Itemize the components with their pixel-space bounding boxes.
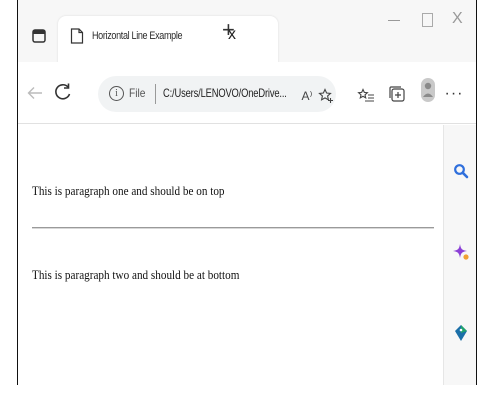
address-separator	[155, 84, 156, 104]
more-options-button[interactable]: ···	[445, 84, 463, 104]
refresh-icon[interactable]	[53, 82, 73, 102]
collections-icon[interactable]	[388, 84, 406, 104]
info-icon[interactable]: i	[109, 86, 124, 101]
page-icon	[70, 28, 84, 44]
favorites-list-icon[interactable]	[357, 86, 375, 106]
url-text[interactable]: C:/Users/LENOVO/OneDrive...	[163, 86, 287, 100]
edge-sidebar	[443, 125, 476, 385]
file-label: File	[129, 86, 146, 100]
toolbar: i File C:/Users/LENOVO/OneDrive... A⁾ ··…	[18, 62, 476, 124]
tag-icon[interactable]	[451, 323, 471, 343]
back-arrow-icon[interactable]	[25, 83, 45, 103]
copilot-sparkle-icon[interactable]	[451, 242, 471, 262]
search-icon[interactable]	[451, 161, 471, 181]
star-plus-icon[interactable]	[317, 86, 335, 106]
tab-actions-icon[interactable]	[31, 28, 47, 44]
active-tab[interactable]: Horizontal Line Example x	[58, 16, 278, 64]
page-content: This is paragraph one and should be on t…	[18, 125, 443, 385]
browser-window: Horizontal Line Example x + X i File C:/…	[17, 0, 477, 385]
profile-icon[interactable]	[419, 78, 437, 102]
paragraph-one: This is paragraph one and should be on t…	[32, 183, 225, 198]
read-aloud-button[interactable]: A⁾	[298, 86, 316, 106]
minimize-button[interactable]	[388, 20, 400, 21]
new-tab-button[interactable]: +	[222, 18, 235, 42]
window-close-button[interactable]: X	[452, 10, 463, 28]
horizontal-rule	[32, 227, 434, 229]
tab-strip: Horizontal Line Example x + X	[18, 0, 476, 64]
tab-title: Horizontal Line Example	[92, 30, 183, 42]
maximize-button[interactable]	[422, 13, 433, 27]
paragraph-two: This is paragraph two and should be at b…	[32, 267, 240, 282]
